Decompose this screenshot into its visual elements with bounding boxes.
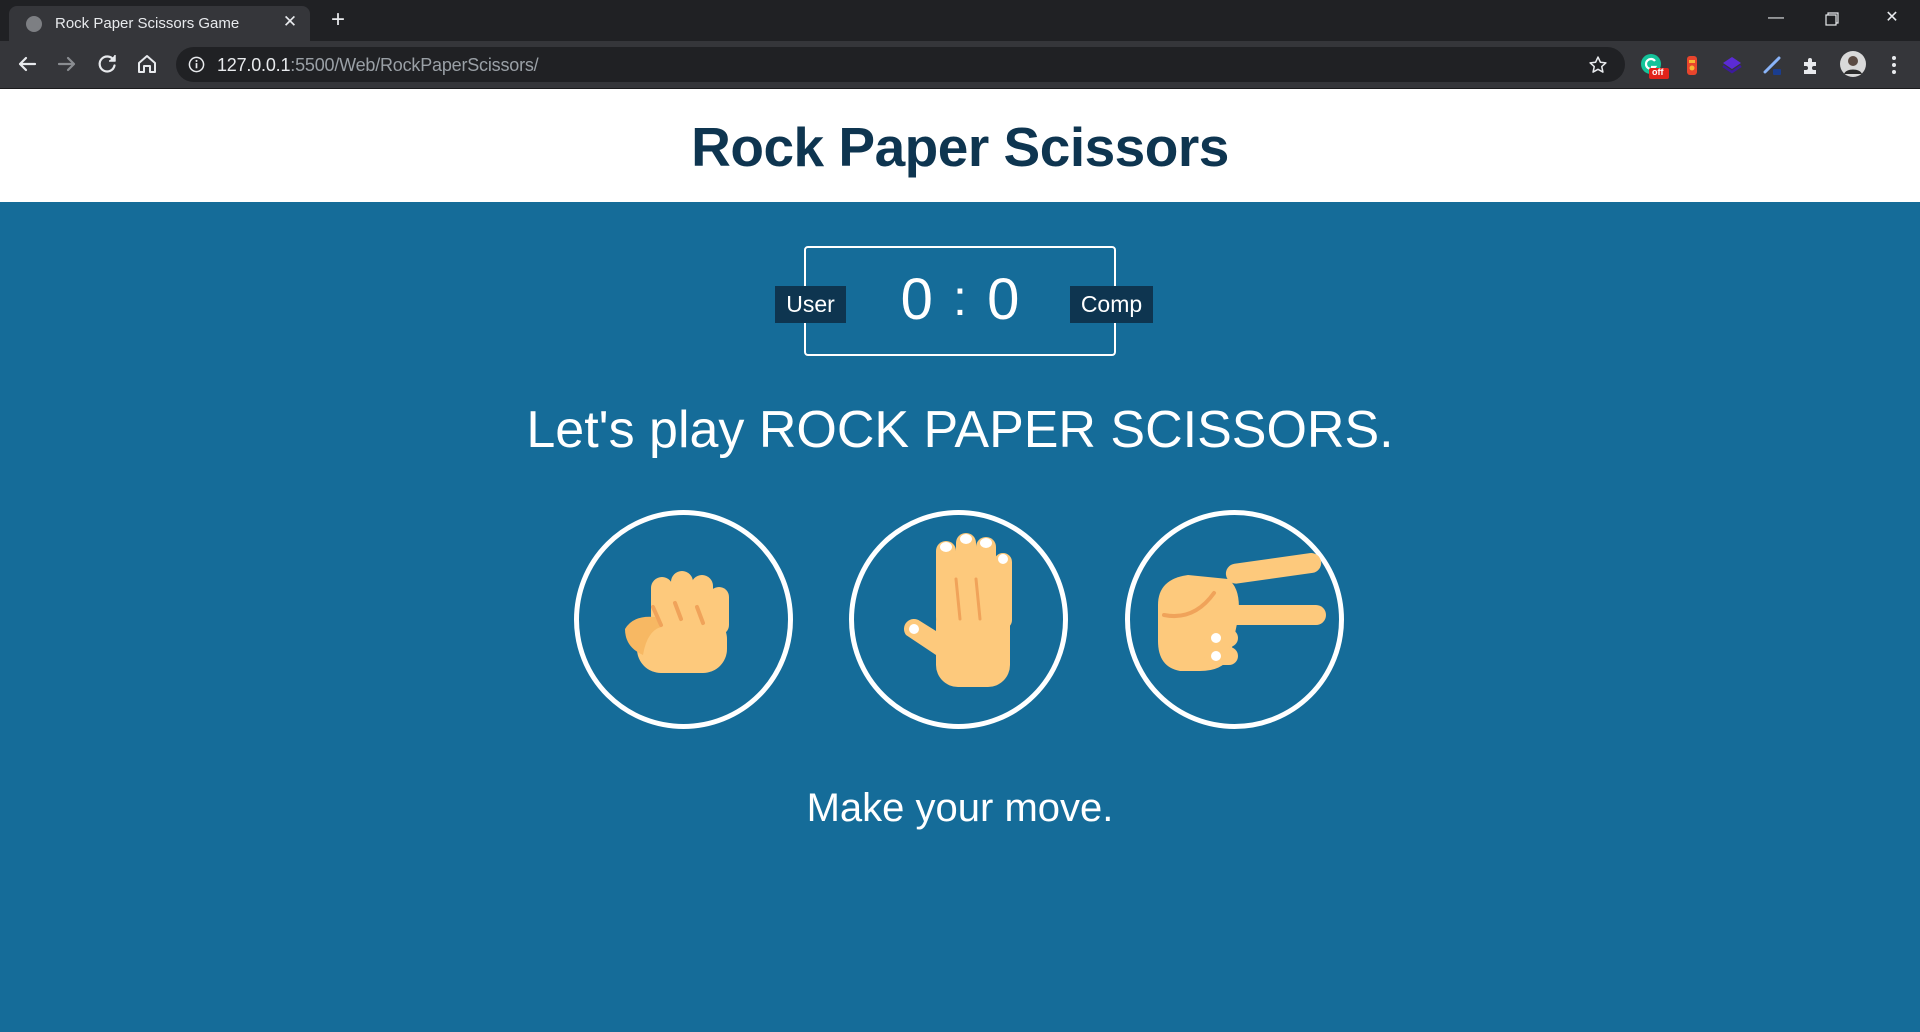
result-message: Make your move.: [806, 786, 1114, 830]
browser-tab[interactable]: Rock Paper Scissors Game ✕: [9, 6, 310, 41]
scissors-choice-button[interactable]: [1125, 510, 1344, 729]
browser-titlebar: Rock Paper Scissors Game ✕ + — ✕: [0, 0, 1920, 41]
comp-score: 0: [987, 267, 1020, 332]
url-text: 127.0.0.1:5500/Web/RockPaperScissors/: [217, 55, 539, 76]
tab-title: Rock Paper Scissors Game: [55, 15, 240, 32]
extension-purple-icon[interactable]: [1720, 53, 1744, 77]
menu-dots-icon[interactable]: [1882, 53, 1906, 77]
score-display: 0 : 0: [806, 266, 1114, 333]
puzzle-icon[interactable]: [1800, 53, 1824, 77]
bookmark-star-icon[interactable]: [1588, 55, 1608, 75]
rock-fist-icon: [625, 571, 729, 673]
url-host: 127.0.0.1: [217, 55, 291, 75]
close-icon[interactable]: ✕: [1864, 0, 1920, 38]
new-tab-plus-icon[interactable]: +: [326, 8, 350, 33]
extension-pen-icon[interactable]: [1760, 53, 1784, 77]
minimize-icon[interactable]: —: [1748, 0, 1804, 38]
extension-red-icon[interactable]: [1680, 53, 1704, 77]
restore-icon[interactable]: [1804, 0, 1860, 38]
home-icon[interactable]: [133, 50, 161, 78]
user-label-badge: User: [775, 286, 846, 323]
paper-choice-button[interactable]: [849, 510, 1068, 729]
paper-hand-icon: [904, 533, 1012, 687]
comp-label-badge: Comp: [1070, 286, 1153, 323]
tab-close-icon[interactable]: ✕: [279, 11, 301, 33]
profile-avatar[interactable]: [1839, 50, 1867, 78]
scissors-hand-icon: [1158, 553, 1326, 671]
reload-icon[interactable]: [93, 50, 121, 78]
browser-toolbar: 127.0.0.1:5500/Web/RockPaperScissors/ of…: [0, 41, 1920, 89]
forward-arrow-icon[interactable]: [53, 50, 81, 78]
score-separator: :: [953, 270, 967, 326]
url-path: :5500/Web/RockPaperScissors/: [290, 55, 539, 75]
page-header: Rock Paper Scissors: [0, 89, 1920, 202]
address-bar[interactable]: 127.0.0.1:5500/Web/RockPaperScissors/: [176, 47, 1625, 82]
grammarly-badge: off: [1652, 67, 1664, 77]
page-title: Rock Paper Scissors: [691, 116, 1229, 178]
back-arrow-icon[interactable]: [13, 50, 41, 78]
globe-icon: [26, 16, 42, 32]
rock-choice-button[interactable]: [574, 510, 793, 729]
user-score: 0: [900, 267, 933, 332]
game-prompt: Let's play ROCK PAPER SCISSORS.: [526, 401, 1394, 459]
grammarly-icon[interactable]: off: [1640, 53, 1669, 79]
info-icon[interactable]: [188, 56, 205, 73]
